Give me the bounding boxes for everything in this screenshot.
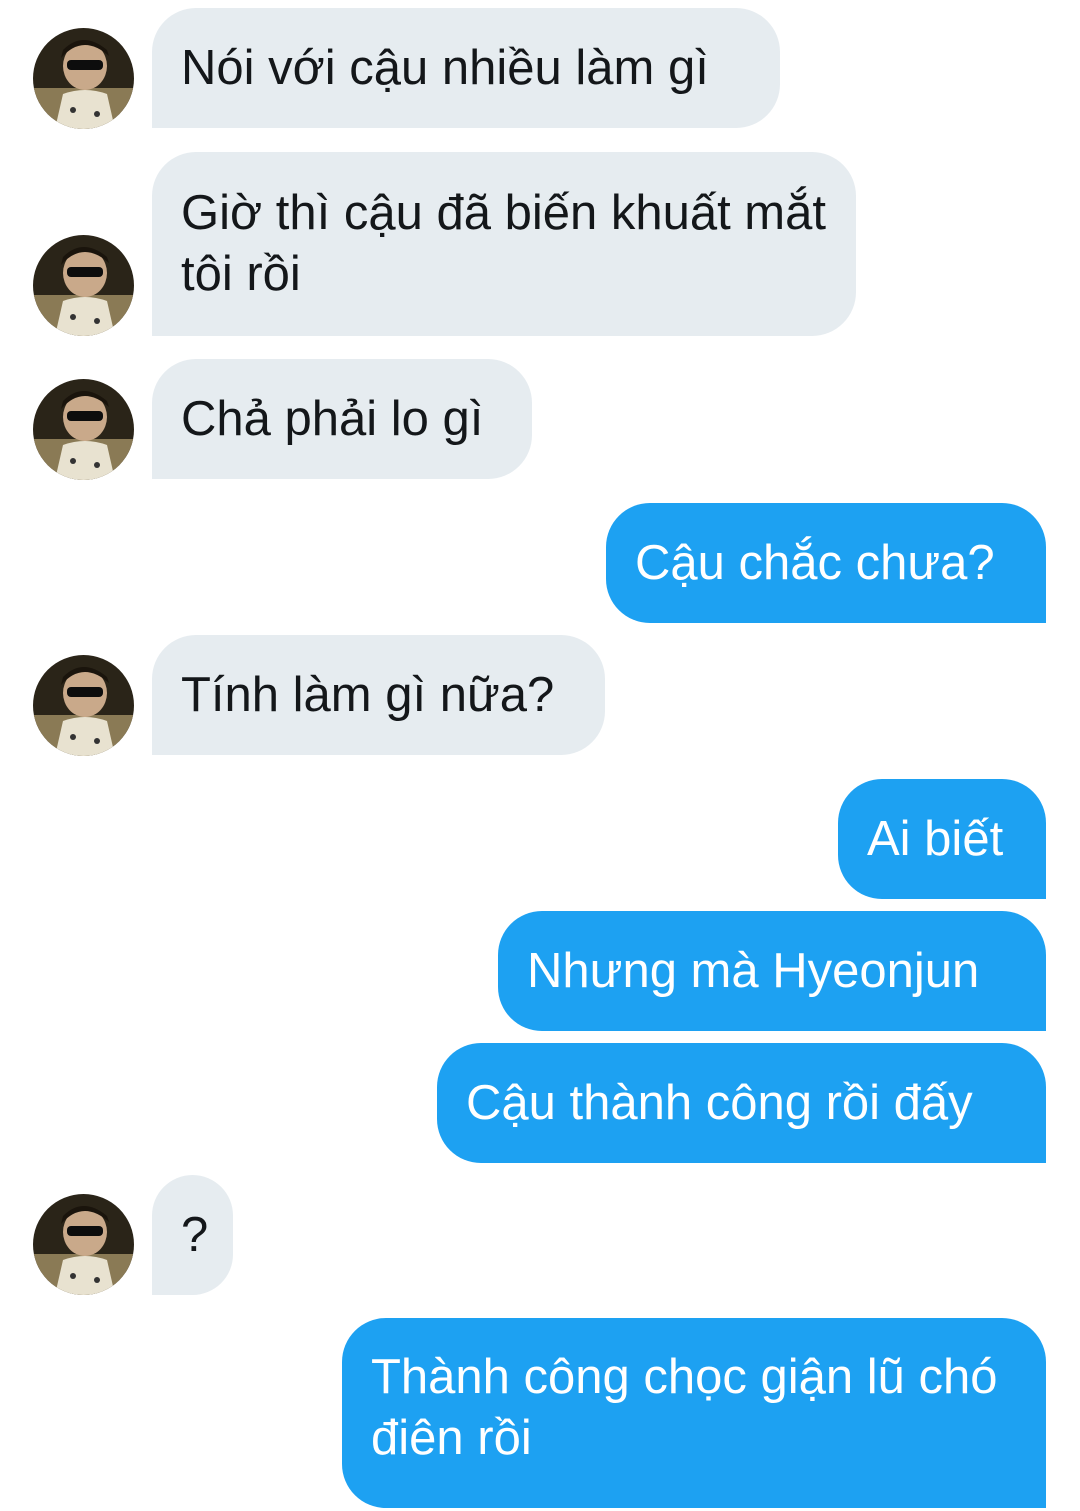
message-text: Thành công chọc giận lũ chó điên rồi bbox=[371, 1350, 998, 1465]
message-text: Ai biết bbox=[867, 811, 1004, 866]
avatar[interactable] bbox=[33, 235, 134, 336]
message-bubble-outgoing[interactable]: Cậu chắc chưa? bbox=[606, 503, 1046, 623]
message-bubble-outgoing[interactable]: Thành công chọc giận lũ chó điên rồi bbox=[342, 1318, 1046, 1508]
message-text: Cậu chắc chưa? bbox=[635, 535, 995, 590]
message-text: Nói với cậu nhiều làm gì bbox=[181, 40, 709, 95]
message-text: ? bbox=[181, 1207, 209, 1262]
user-avatar-photo bbox=[33, 655, 134, 756]
message-text: Tính làm gì nữa? bbox=[181, 667, 555, 722]
message-bubble-incoming[interactable]: Nói với cậu nhiều làm gì bbox=[152, 8, 780, 128]
message-text: Chả phải lo gì bbox=[181, 391, 484, 446]
message-text: Nhưng mà Hyeonjun bbox=[527, 943, 980, 998]
avatar[interactable] bbox=[33, 1194, 134, 1295]
message-bubble-outgoing[interactable]: Nhưng mà Hyeonjun bbox=[498, 911, 1046, 1031]
message-bubble-outgoing[interactable]: Ai biết bbox=[838, 779, 1046, 899]
avatar[interactable] bbox=[33, 655, 134, 756]
message-bubble-incoming[interactable]: Chả phải lo gì bbox=[152, 359, 532, 479]
user-avatar-photo bbox=[33, 379, 134, 480]
avatar[interactable] bbox=[33, 28, 134, 129]
conversation-view: { "conversation": { "messages": [ {"send… bbox=[0, 0, 1080, 1511]
message-text: Cậu thành công rồi đấy bbox=[466, 1075, 973, 1130]
message-bubble-outgoing[interactable]: Cậu thành công rồi đấy bbox=[437, 1043, 1046, 1163]
user-avatar-photo bbox=[33, 235, 134, 336]
message-text: Giờ thì cậu đã biến khuất mắt tôi rồi bbox=[181, 186, 826, 301]
user-avatar-photo bbox=[33, 1194, 134, 1295]
message-bubble-incoming[interactable]: ? bbox=[152, 1175, 233, 1295]
message-bubble-incoming[interactable]: Tính làm gì nữa? bbox=[152, 635, 605, 755]
avatar[interactable] bbox=[33, 379, 134, 480]
user-avatar-photo bbox=[33, 28, 134, 129]
message-bubble-incoming[interactable]: Giờ thì cậu đã biến khuất mắt tôi rồi bbox=[152, 152, 856, 336]
